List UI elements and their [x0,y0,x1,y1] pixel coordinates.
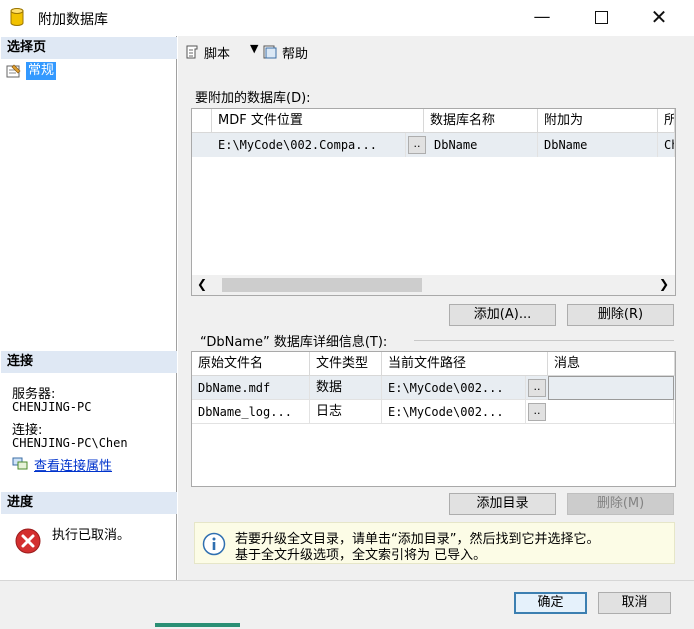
col-file-type[interactable]: 文件类型 [310,352,382,376]
section-divider [414,340,674,341]
page-item-label: 常规 [26,62,57,80]
table-row[interactable]: DbName_log... 日志 E:\MyCode\002... .. [192,400,675,424]
error-icon [15,528,41,554]
server-value: CHENJING-PC [12,400,92,414]
original-filename-cell[interactable]: DbName_log... [192,400,310,424]
connection-value: CHENJING-PC\Chen [12,436,128,450]
original-filename-cell[interactable]: DbName.mdf [192,376,310,400]
remove-catalog-button[interactable]: 删除(M) [567,493,674,515]
script-label: 脚本 [204,47,231,62]
script-button[interactable]: 脚本 ▼ [184,41,264,63]
owner-cell[interactable]: Ch [658,133,675,157]
connection-properties-icon [12,457,28,470]
attach-section-label: 要附加的数据库(D): [195,91,311,106]
info-line-2: 基于全文升级选项，全文索引将为 已导入。 [235,548,487,563]
maximize-button[interactable] [576,0,626,36]
table-row[interactable]: E:\MyCode\002.Compa... .. DbName DbName … [192,133,675,157]
col-mdf-location[interactable]: MDF 文件位置 [212,109,424,133]
file-type-cell[interactable]: 日志 [310,400,382,424]
chevron-down-icon: ▼ [250,42,259,55]
minimize-icon: — [533,7,551,27]
col-attach-as[interactable]: 附加为 [538,109,658,133]
close-button[interactable]: ✕ [634,0,684,36]
mdf-location-cell[interactable]: E:\MyCode\002.Compa... [212,133,406,157]
col-owner[interactable]: 所 [658,109,675,133]
general-page-icon [6,64,21,78]
connection-header: 连接 [1,351,177,373]
cancel-button[interactable]: 取消 [598,592,671,614]
message-cell[interactable] [548,400,674,424]
scrollbar-thumb[interactable] [222,278,422,292]
database-icon [10,8,24,26]
help-label: 帮助 [282,47,309,62]
toolbar: 脚本 ▼ 帮助 [178,37,694,67]
browse-path-button[interactable]: .. [528,379,546,397]
details-grid: 原始文件名 文件类型 当前文件路径 消息 DbName.mdf 数据 E:\My… [191,351,676,487]
details-section-label: “DbName” 数据库详细信息(T): [200,335,388,350]
progress-header: 进度 [1,492,177,514]
view-connection-properties-link[interactable]: 查看连接属性 [12,455,172,474]
col-message[interactable]: 消息 [548,352,675,376]
attach-grid-header: MDF 文件位置 数据库名称 附加为 所 [192,109,675,133]
scroll-right-icon[interactable]: ❯ [659,277,669,291]
dialog-footer: 确定 取消 [0,580,694,629]
scroll-left-icon[interactable]: ❮ [197,277,207,291]
close-icon: ✕ [650,5,668,29]
info-bar: 若要升级全文目录，请单击“添加目录”，然后找到它并选择它。 基于全文升级选项，全… [194,522,675,564]
select-page-header: 选择页 [1,37,177,59]
attach-as-cell[interactable]: DbName [538,133,658,157]
help-button[interactable]: 帮助 [262,41,322,63]
info-icon [202,532,226,556]
title-bar: 附加数据库 — ✕ [0,0,694,36]
page-item-general[interactable]: 常规 [6,61,166,81]
add-catalog-button[interactable]: 添加目录 [449,493,556,515]
database-name-cell[interactable]: DbName [428,133,538,157]
help-icon [263,45,277,59]
message-cell[interactable] [548,376,674,400]
add-database-button[interactable]: 添加(A)... [449,304,556,326]
maximize-icon [594,10,608,24]
file-type-cell[interactable]: 数据 [310,376,382,400]
attach-grid: MDF 文件位置 数据库名称 附加为 所 E:\MyCode\002.Compa… [191,108,676,296]
script-icon [186,45,198,59]
attach-grid-scrollbar[interactable]: ❮ ❯ [192,275,675,295]
current-path-cell[interactable]: E:\MyCode\002... [382,400,526,424]
ok-button[interactable]: 确定 [514,592,587,614]
current-path-cell[interactable]: E:\MyCode\002... [382,376,526,400]
col-original-filename[interactable]: 原始文件名 [192,352,310,376]
col-database-name[interactable]: 数据库名称 [424,109,538,133]
view-props-link-text: 查看连接属性 [34,459,113,474]
table-row[interactable]: DbName.mdf 数据 E:\MyCode\002... .. [192,376,675,400]
remove-database-button[interactable]: 删除(R) [567,304,674,326]
minimize-button[interactable]: — [517,0,567,36]
browse-path-button[interactable]: .. [528,403,546,421]
taskbar-strip [155,623,240,627]
col-current-path[interactable]: 当前文件路径 [382,352,548,376]
window-title: 附加数据库 [38,12,108,28]
browse-mdf-button[interactable]: .. [408,136,426,154]
progress-status: 执行已取消。 [52,528,131,543]
